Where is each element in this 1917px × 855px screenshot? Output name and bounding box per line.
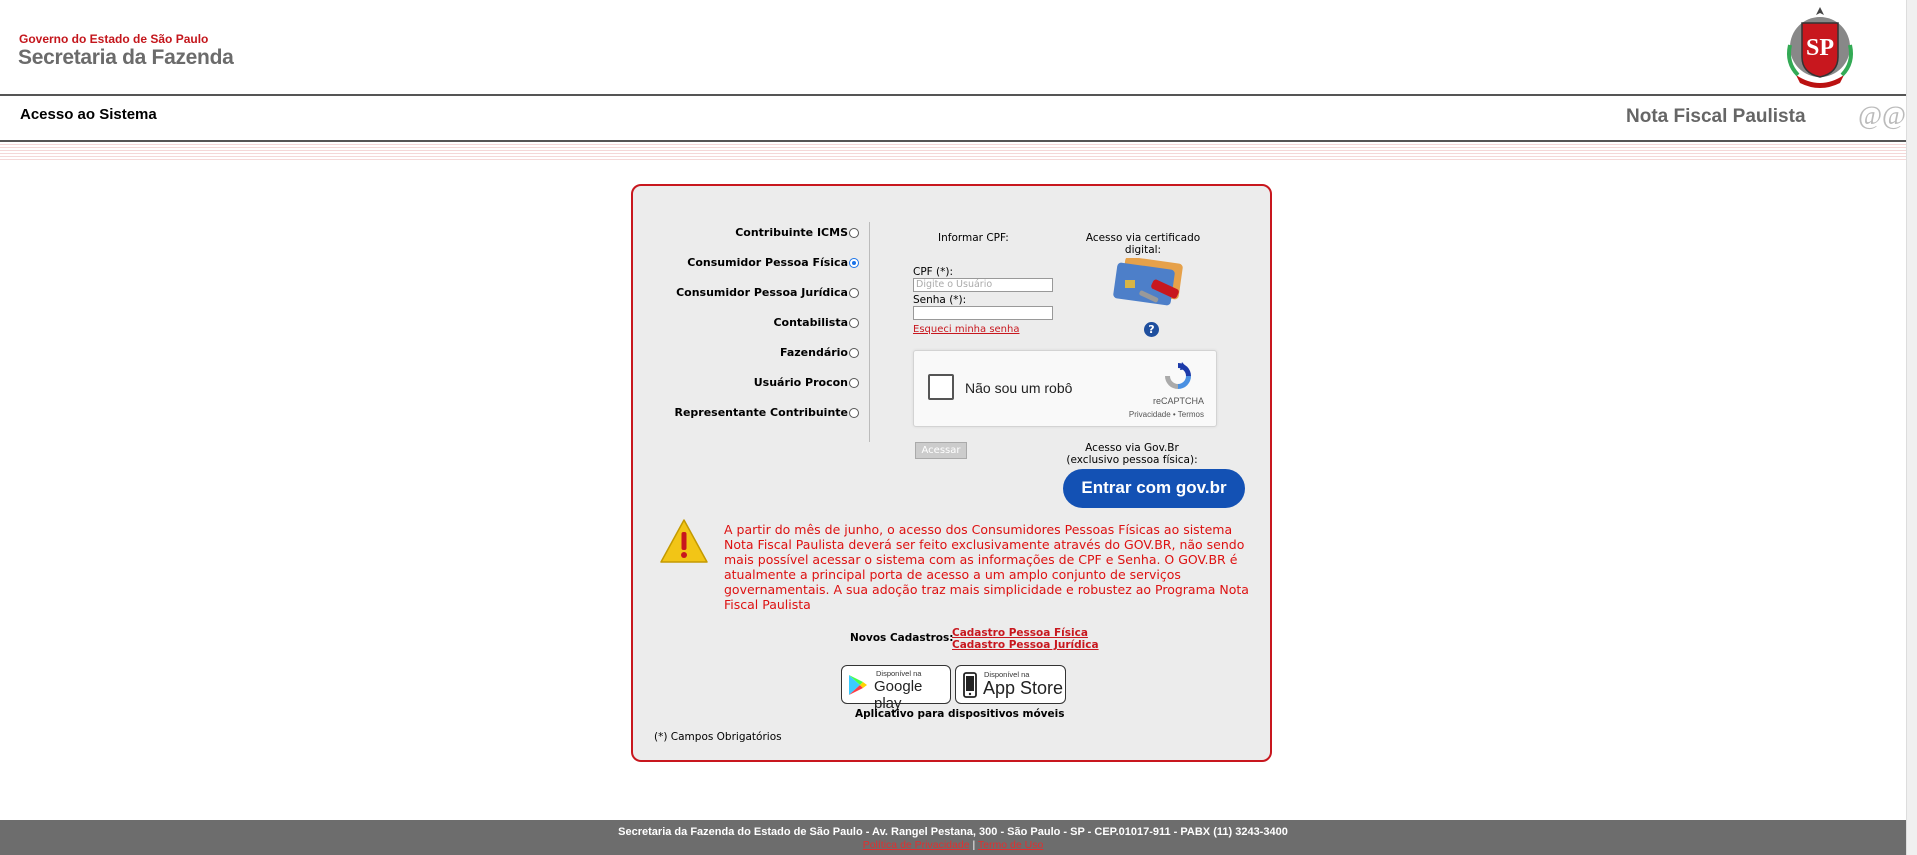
footer-address: Secretaria da Fazenda do Estado de São P… bbox=[618, 826, 1288, 838]
user-type-label: Consumidor Pessoa Jurídica bbox=[676, 286, 848, 299]
cpf-input[interactable]: Digite o Usuário bbox=[913, 278, 1053, 292]
footer-separator: | bbox=[972, 839, 976, 851]
apps-caption: Aplicativo para dispositivos móveis bbox=[855, 708, 1065, 720]
user-type-option[interactable]: Representante Contribuinte bbox=[674, 406, 859, 419]
govbr-warning-text: A partir do mês de junho, o acesso dos C… bbox=[724, 522, 1249, 612]
recaptcha-widget: Não sou um robô reCAPTCHA Privacidade • … bbox=[913, 350, 1217, 427]
govbr-button-prefix: Entrar com bbox=[1081, 478, 1172, 497]
user-type-option[interactable]: Contabilista bbox=[773, 316, 859, 329]
google-play-small-text: Disponível na bbox=[876, 669, 922, 678]
warning-icon bbox=[660, 519, 708, 563]
user-type-label: Contribuinte ICMS bbox=[735, 226, 848, 239]
cadastro-links: Cadastro Pessoa Física Cadastro Pessoa J… bbox=[952, 627, 1099, 651]
title-divider bbox=[0, 140, 1906, 142]
terms-of-use-link[interactable]: Termo de Uso bbox=[978, 839, 1043, 851]
google-play-big-text: Google play bbox=[874, 678, 923, 712]
page-title: Acesso ao Sistema bbox=[20, 106, 157, 123]
brasao-text: SP bbox=[1806, 35, 1834, 61]
recaptcha-checkbox[interactable] bbox=[928, 374, 954, 400]
sp-coat-of-arms-logo: SP bbox=[1787, 7, 1853, 88]
user-type-radio[interactable] bbox=[849, 227, 859, 238]
user-type-radio[interactable] bbox=[849, 347, 859, 358]
page-footer: Secretaria da Fazenda do Estado de São P… bbox=[0, 820, 1906, 855]
user-type-label: Fazendário bbox=[779, 346, 848, 359]
privacy-policy-link[interactable]: Política de Privacidade bbox=[863, 839, 970, 851]
recaptcha-logo-icon bbox=[1165, 362, 1191, 389]
app-store-big-text: App Store bbox=[983, 678, 1064, 698]
decorative-stripes bbox=[0, 144, 1906, 162]
recaptcha-label: Não sou um robô bbox=[965, 380, 1073, 396]
certificado-label: Acesso via certificado digital: bbox=[1085, 232, 1201, 256]
user-type-label: Representante Contribuinte bbox=[674, 406, 848, 419]
app-store-badge[interactable]: Disponível na App Store bbox=[955, 665, 1066, 704]
govbr-button-brand: gov.br bbox=[1175, 478, 1227, 497]
user-type-radio-group: Contribuinte ICMS Consumidor Pessoa Físic… bbox=[633, 226, 859, 426]
secretaria-title: Secretaria da Fazenda bbox=[18, 46, 234, 69]
user-type-option[interactable]: Consumidor Pessoa Jurídica bbox=[676, 286, 859, 299]
google-play-icon bbox=[849, 675, 867, 695]
user-type-radio[interactable] bbox=[849, 407, 859, 418]
forgot-password-link[interactable]: Esqueci minha senha bbox=[913, 324, 1020, 335]
senha-input[interactable] bbox=[913, 306, 1053, 320]
user-type-label: Consumidor Pessoa Física bbox=[687, 256, 848, 269]
phone-icon bbox=[963, 672, 977, 698]
login-panel: Contribuinte ICMS Consumidor Pessoa Físic… bbox=[631, 184, 1272, 762]
vertical-scrollbar[interactable] bbox=[1906, 0, 1917, 855]
page-header: Governo do Estado de São Paulo Secretari… bbox=[0, 0, 1906, 94]
recaptcha-brand: reCAPTCHA bbox=[1152, 396, 1204, 406]
user-type-radio[interactable] bbox=[849, 257, 859, 268]
govbr-label: Acesso via Gov.Br (exclusivo pessoa físi… bbox=[1061, 442, 1203, 466]
senha-label: Senha (*): bbox=[913, 294, 967, 306]
acessar-button[interactable]: Acessar bbox=[915, 442, 967, 459]
system-name: Nota Fiscal Paulista bbox=[1626, 106, 1806, 127]
panel-divider bbox=[869, 222, 870, 442]
govbr-label-line1: Acesso via Gov.Br bbox=[1085, 442, 1179, 454]
help-icon[interactable]: ? bbox=[1144, 322, 1159, 337]
google-play-badge[interactable]: Disponível na Google play bbox=[841, 665, 951, 712]
at-logo-icon: @@ bbox=[1858, 101, 1906, 130]
user-type-radio[interactable] bbox=[849, 317, 859, 328]
user-type-radio[interactable] bbox=[849, 287, 859, 298]
header-divider bbox=[0, 94, 1906, 96]
gov-line: Governo do Estado de São Paulo bbox=[19, 32, 209, 46]
govbr-label-line2: (exclusivo pessoa física): bbox=[1066, 454, 1198, 466]
required-fields-note: (*) Campos Obrigatórios bbox=[654, 731, 782, 743]
govbr-login-button[interactable]: Entrar com gov.br bbox=[1063, 469, 1245, 508]
user-type-option[interactable]: Fazendário bbox=[780, 346, 859, 359]
digital-certificate-card-icon[interactable] bbox=[1109, 258, 1189, 310]
user-type-option[interactable]: Consumidor Pessoa Física bbox=[687, 256, 859, 269]
user-type-option[interactable]: Contribuinte ICMS bbox=[735, 226, 859, 239]
cadastro-pessoa-fisica-link[interactable]: Cadastro Pessoa Física bbox=[952, 627, 1099, 639]
informar-cpf-label: Informar CPF: bbox=[938, 232, 1009, 244]
recaptcha-links[interactable]: Privacidade • Termos bbox=[1129, 410, 1204, 419]
novos-cadastros-label: Novos Cadastros: bbox=[850, 632, 954, 644]
cpf-label: CPF (*): bbox=[913, 266, 954, 278]
user-type-option[interactable]: Usuário Procon bbox=[754, 376, 859, 389]
user-type-label: Contabilista bbox=[773, 316, 848, 329]
footer-links: Política de Privacidade | Termo de Uso bbox=[0, 839, 1906, 851]
cadastro-pessoa-juridica-link[interactable]: Cadastro Pessoa Jurídica bbox=[952, 639, 1099, 651]
user-type-label: Usuário Procon bbox=[753, 376, 848, 389]
user-type-radio[interactable] bbox=[849, 377, 859, 388]
